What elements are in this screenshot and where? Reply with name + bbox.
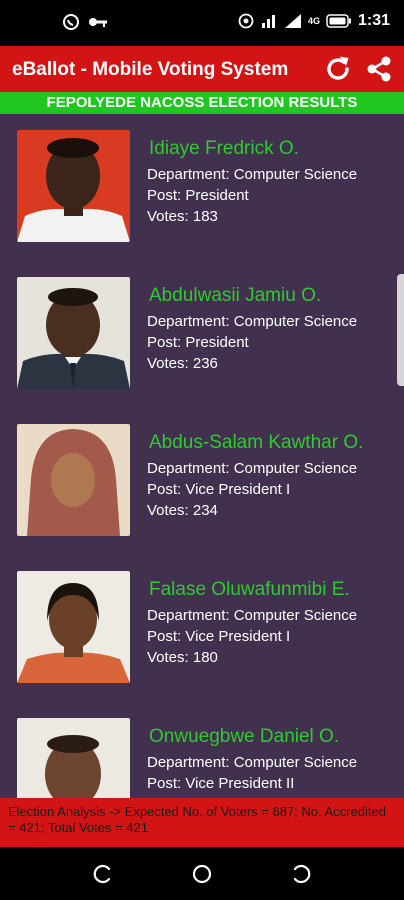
candidate-votes: Votes: 236	[147, 355, 218, 372]
candidate-department: Department: Computer Science	[147, 460, 358, 477]
hotspot-icon	[238, 13, 254, 29]
scrollbar-thumb[interactable]	[397, 274, 404, 386]
candidate-department: Department: Computer Science	[147, 313, 358, 330]
battery-icon	[326, 14, 351, 28]
key-icon	[89, 18, 107, 27]
status-bar: 4G 1:31	[0, 0, 404, 46]
candidate-post: Post: President	[147, 187, 249, 204]
app-bar: eBallot - Mobile Voting System	[0, 46, 404, 92]
whatsapp-icon	[63, 14, 79, 30]
candidate-photo	[17, 718, 130, 798]
candidate-card[interactable]: Idiaye Fredrick O. Department: Computer …	[0, 114, 404, 261]
election-analysis: Election Analysis -> Expected No. of Vot…	[0, 798, 404, 847]
candidate-card[interactable]: Abdulwasii Jamiu O. Department: Computer…	[0, 261, 404, 408]
candidate-card[interactable]: Onwuegbwe Daniel O. Department: Computer…	[0, 702, 404, 798]
home-icon[interactable]	[191, 863, 213, 885]
candidate-post: Post: Vice President II	[147, 775, 295, 792]
candidate-votes: Votes: 183	[147, 208, 218, 225]
network-type: 4G	[307, 16, 320, 26]
candidate-department: Department: Computer Science	[147, 754, 358, 771]
candidate-name: Abdus-Salam Kawthar O.	[149, 432, 364, 453]
candidate-name: Idiaye Fredrick O.	[149, 138, 299, 159]
candidate-list[interactable]: Idiaye Fredrick O. Department: Computer …	[0, 114, 404, 798]
candidate-photo	[17, 571, 130, 683]
candidate-name: Onwuegbwe Daniel O.	[149, 726, 340, 747]
results-banner: FEPOLYEDE NACOSS ELECTION RESULTS	[0, 92, 404, 114]
recent-apps-icon[interactable]	[92, 863, 114, 885]
candidate-post: Post: Vice President I	[147, 628, 291, 645]
candidate-photo	[17, 424, 130, 536]
candidate-name: Falase Oluwafunmibi E.	[149, 579, 350, 600]
candidate-photo	[17, 277, 130, 389]
wifi-icon	[261, 15, 275, 28]
clock: 1:31	[357, 12, 390, 29]
back-icon[interactable]	[290, 863, 312, 885]
app-title: eBallot - Mobile Voting System	[12, 59, 289, 80]
candidate-department: Department: Computer Science	[147, 607, 358, 624]
candidate-votes: Votes: 180	[147, 649, 218, 666]
candidate-post: Post: Vice President I	[147, 481, 291, 498]
candidate-votes: Votes: 234	[147, 502, 218, 519]
candidate-photo	[17, 130, 130, 242]
system-nav-bar	[0, 847, 404, 900]
candidate-department: Department: Computer Science	[147, 166, 358, 183]
signal-icon	[284, 14, 301, 28]
candidate-card[interactable]: Abdus-Salam Kawthar O. Department: Compu…	[0, 408, 404, 555]
candidate-name: Abdulwasii Jamiu O.	[149, 285, 322, 306]
candidate-post: Post: President	[147, 334, 249, 351]
refresh-icon[interactable]	[322, 53, 354, 85]
candidate-card[interactable]: Falase Oluwafunmibi E. Department: Compu…	[0, 555, 404, 702]
share-icon[interactable]	[364, 54, 394, 84]
